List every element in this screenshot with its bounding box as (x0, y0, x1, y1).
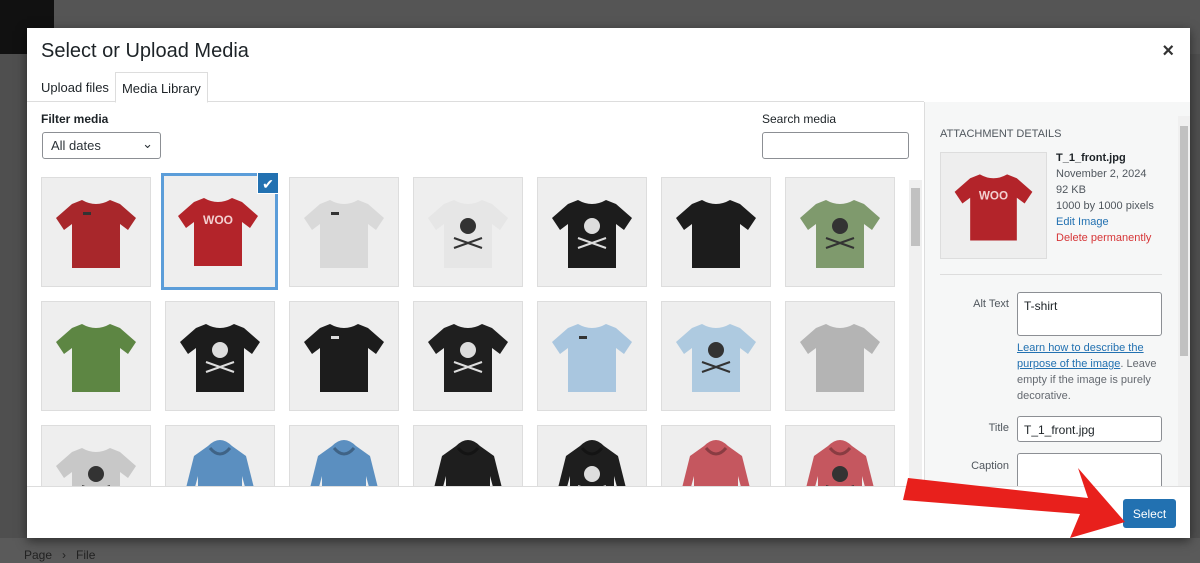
media-item[interactable] (41, 301, 151, 411)
scrollbar-thumb[interactable] (911, 188, 920, 246)
media-item[interactable] (165, 301, 275, 411)
media-item[interactable] (661, 301, 771, 411)
tab-upload-files[interactable]: Upload files (35, 72, 115, 101)
chevron-down-icon: ⌄ (142, 136, 153, 151)
delete-permanently-link[interactable]: Delete permanently (1056, 230, 1154, 246)
media-item[interactable] (785, 301, 895, 411)
attachment-details: Attachment Details WOO T_1_front.jpg Nov… (924, 102, 1190, 486)
search-input[interactable] (762, 132, 909, 159)
media-item[interactable] (413, 301, 523, 411)
media-item[interactable] (537, 301, 647, 411)
breadcrumb: Page › File (24, 548, 95, 562)
title-label: Title (988, 422, 1009, 434)
media-item[interactable] (41, 177, 151, 287)
filename: T_1_front.jpg (1056, 152, 1126, 164)
svg-text:WOO: WOO (203, 213, 233, 227)
alt-text-field[interactable]: T-shirt (1017, 292, 1162, 336)
editor-footer (0, 538, 1200, 563)
attachment-preview: WOO (940, 152, 1047, 259)
search-label: Search media (762, 112, 837, 126)
media-modal: Select or Upload Media × Upload files Me… (27, 28, 1190, 538)
svg-text:WOO: WOO (979, 190, 1008, 203)
caption-field[interactable] (1017, 453, 1162, 486)
modal-title: Select or Upload Media (41, 40, 249, 62)
title-field[interactable]: T_1_front.jpg (1017, 416, 1162, 442)
alt-text-help: Learn how to describe the purpose of the… (1017, 340, 1162, 404)
breadcrumb-page[interactable]: Page (24, 548, 52, 562)
check-icon[interactable]: ✔ (257, 172, 279, 194)
tab-bar: Upload files Media Library (27, 72, 924, 103)
details-heading: Attachment Details (940, 128, 1062, 140)
dimensions: 1000 by 1000 pixels (1056, 200, 1154, 212)
caption-label: Caption (971, 460, 1009, 472)
edit-image-link[interactable]: Edit Image (1056, 214, 1154, 230)
filter-label: Filter media (41, 112, 109, 126)
media-item[interactable] (413, 177, 523, 287)
media-item[interactable] (537, 177, 647, 287)
scrollbar-thumb[interactable] (1180, 126, 1188, 356)
media-item[interactable] (661, 177, 771, 287)
alt-text-label: Alt Text (973, 298, 1009, 310)
details-scrollbar[interactable] (1178, 116, 1190, 486)
breadcrumb-file[interactable]: File (76, 548, 95, 562)
tab-media-library[interactable]: Media Library (114, 72, 208, 103)
date-filter-value: All dates (51, 138, 101, 153)
attachment-meta: T_1_front.jpg November 2, 2024 92 KB 100… (1056, 150, 1154, 246)
media-item[interactable] (289, 177, 399, 287)
modal-footer: Select (27, 486, 1190, 538)
media-item[interactable]: WOO ✔ (161, 172, 279, 290)
file-size: 92 KB (1056, 184, 1086, 196)
select-button[interactable]: Select (1123, 499, 1176, 528)
upload-date: November 2, 2024 (1056, 168, 1147, 180)
grid-scrollbar[interactable] (909, 180, 922, 484)
media-browser: Filter media All dates ⌄ Search media WOO… (27, 102, 924, 535)
media-item[interactable] (785, 177, 895, 287)
date-filter-select[interactable]: All dates ⌄ (42, 132, 161, 159)
chevron-right-icon: › (62, 548, 67, 562)
media-item[interactable] (289, 301, 399, 411)
close-icon[interactable]: × (1162, 40, 1174, 63)
divider (940, 274, 1162, 275)
